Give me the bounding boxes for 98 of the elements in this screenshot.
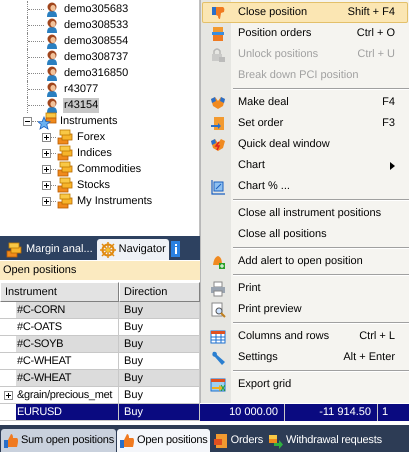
table-cell: Buy	[119, 319, 200, 336]
menu-item[interactable]: Position orders Ctrl + O	[202, 23, 408, 44]
person-icon	[44, 65, 60, 81]
thumbs-down-icon	[210, 4, 226, 20]
account-tree-item[interactable]: demo308737	[63, 50, 130, 64]
menu-item[interactable]: Export grid	[202, 374, 408, 395]
padlock-icon	[210, 46, 226, 62]
menu-item[interactable]: Close all instrument positions	[202, 203, 408, 224]
column-header[interactable]: Instrument	[0, 282, 119, 302]
coins-arrow-icon	[268, 432, 284, 448]
person-icon	[44, 81, 60, 97]
table-row[interactable]: &grain/precious_met Buy	[0, 387, 200, 404]
menu-item[interactable]: Settings Alt + Enter	[202, 347, 408, 368]
instrument-group-tree-item[interactable]: Commodities	[77, 160, 142, 178]
folder-stack-icon	[56, 129, 74, 145]
menu-item[interactable]: Close all positions	[202, 224, 408, 245]
info-icon[interactable]	[170, 241, 180, 257]
instrument-group-tree-item[interactable]: Forex	[77, 128, 106, 146]
menu-item[interactable]: Close position Shift + F4	[202, 2, 408, 23]
person-icon	[44, 17, 60, 33]
thumbs-up-icon	[3, 432, 19, 448]
account-tree-item[interactable]: r43077	[63, 82, 100, 96]
bottom-tab[interactable]: Open positions	[117, 429, 210, 452]
bottom-tab[interactable]: Sum open positions	[1, 429, 116, 452]
menu-item[interactable]: Quick deal window	[202, 134, 408, 155]
documents-icon	[210, 26, 226, 42]
column-header[interactable]: Direction	[119, 282, 200, 302]
table-icon	[210, 328, 226, 344]
menu-item[interactable]: Columns and rows Ctrl + L	[202, 326, 408, 347]
table-cell: Buy	[119, 370, 200, 387]
collapse-icon[interactable]	[23, 116, 32, 126]
account-tree-item[interactable]: demo305683	[63, 2, 130, 16]
table-row[interactable]: #C-CORN Buy	[0, 302, 200, 319]
expand-icon[interactable]	[42, 196, 51, 206]
expand-icon[interactable]	[4, 390, 12, 400]
folder-stack-icon	[56, 145, 74, 161]
print-preview-icon	[210, 302, 226, 318]
table-cell: Buy	[119, 336, 200, 353]
account-tree-item[interactable]: demo308554	[63, 34, 130, 48]
menu-item[interactable]: Chart	[202, 155, 408, 176]
table-cell: Buy	[119, 353, 200, 370]
star-folders-icon	[38, 112, 58, 130]
instrument-group-tree-item[interactable]: Stocks	[77, 176, 110, 194]
menu-item[interactable]: Make deal F4	[202, 92, 408, 113]
expand-icon[interactable]	[42, 148, 51, 158]
instrument-group-tree-item[interactable]: Indices	[77, 144, 112, 162]
table-cell: #C-WHEAT	[16, 353, 119, 370]
table-export-icon	[210, 376, 226, 392]
chart-percent-icon	[210, 178, 226, 194]
expand-icon[interactable]	[42, 180, 51, 190]
menu-item[interactable]: Chart % ...	[202, 176, 408, 197]
table-cell-text: 1	[381, 405, 390, 420]
folder-stack-icon	[56, 193, 74, 209]
handshake-bolt-icon	[210, 136, 226, 152]
bell-plus-icon	[210, 254, 226, 270]
table-cell: -11 914.50	[285, 404, 378, 421]
table-cell: Buy	[119, 387, 200, 404]
table-cell: #C-WHEAT	[16, 370, 119, 387]
table-cell: Buy	[119, 404, 200, 421]
expand-icon[interactable]	[42, 164, 51, 174]
person-icon	[44, 97, 60, 113]
folder-stack-icon	[56, 161, 74, 177]
table-cell: EURUSD	[16, 404, 119, 421]
menu-item[interactable]: Print	[202, 278, 408, 299]
person-icon	[44, 1, 60, 17]
handshake-icon	[210, 94, 226, 110]
expand-icon[interactable]	[42, 132, 51, 142]
account-tree-item[interactable]: demo308533	[63, 18, 130, 32]
table-cell: #C-CORN	[16, 302, 119, 319]
person-icon	[44, 33, 60, 49]
table-row[interactable]: #C-WHEAT Buy	[0, 370, 200, 387]
table-row[interactable]: #C-SOYB Buy	[0, 336, 200, 353]
margin-icon	[5, 242, 23, 258]
table-row[interactable]: EURUSD Buy 10 000.00 -11 914.50 1	[0, 404, 409, 421]
ship-wheel-icon	[100, 242, 116, 258]
table-row[interactable]: #C-WHEAT Buy	[0, 353, 200, 370]
panel-tab[interactable]: Navigator	[96, 239, 169, 260]
table-row[interactable]: #C-OATS Buy	[0, 319, 200, 336]
folder-stack-icon	[56, 177, 74, 193]
table-cell: #C-OATS	[16, 319, 119, 336]
wrench-icon	[210, 350, 226, 366]
instrument-group-tree-item[interactable]: My Instruments	[77, 192, 152, 210]
account-tree-item[interactable]: r43154	[63, 98, 100, 112]
panel-title: Open positions	[3, 263, 76, 278]
menu-item[interactable]: Set order F3	[202, 113, 408, 134]
document-arrow-icon	[210, 116, 226, 132]
account-tree-item[interactable]: demo316850	[63, 66, 130, 80]
menu-item[interactable]: Add alert to open position	[202, 251, 408, 272]
table-cell: Buy	[119, 302, 200, 319]
table-cell: #C-SOYB	[16, 336, 119, 353]
person-icon	[44, 49, 60, 65]
printer-icon	[210, 280, 226, 296]
table-cell: &grain/precious_met	[16, 387, 119, 404]
menu-item[interactable]: Print preview	[202, 299, 408, 320]
table-cell: 10 000.00	[200, 404, 285, 421]
instruments-tree-item[interactable]: Instruments	[60, 112, 118, 130]
thumbs-up-icon	[119, 432, 136, 448]
document-icon	[212, 432, 229, 448]
